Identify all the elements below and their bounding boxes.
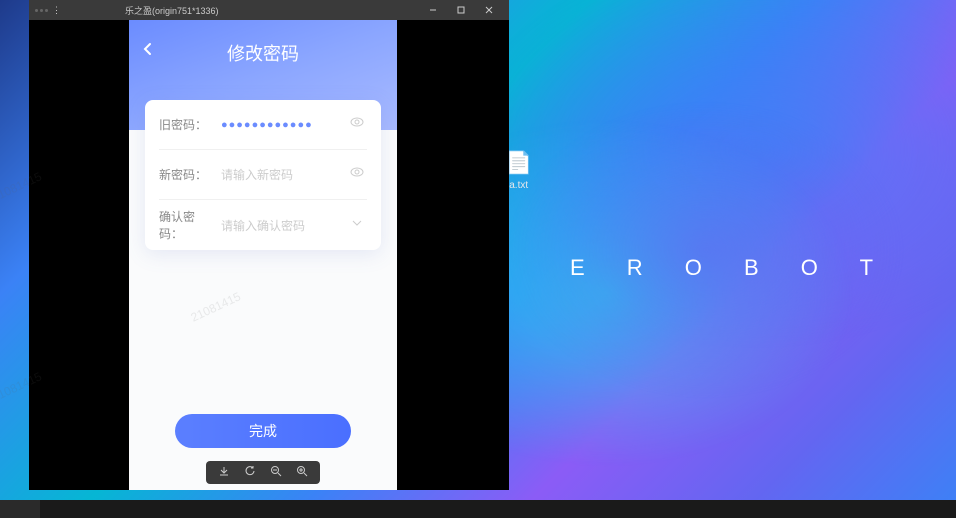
- phone-screen: 修改密码 旧密码： ●●●●●●●●●●●● 新密码： 请输入新密码: [129, 20, 397, 490]
- submit-label: 完成: [249, 421, 277, 441]
- maximize-button[interactable]: [447, 0, 475, 20]
- zoom-out-icon[interactable]: [268, 465, 284, 480]
- page-title: 修改密码: [129, 40, 397, 66]
- titlebar-left: ⋮ 乐之盈(origin751*1336): [35, 4, 219, 17]
- emulator-toolbar: [206, 461, 320, 484]
- old-password-row[interactable]: 旧密码： ●●●●●●●●●●●●: [159, 100, 367, 150]
- desktop-background: E R O B O T 📄 a.txt ⋮ 乐之盈(origin751*1336…: [0, 0, 956, 518]
- file-icon: 📄: [505, 150, 532, 176]
- zoom-in-icon[interactable]: [294, 465, 310, 480]
- window-controls: [419, 0, 503, 20]
- password-form-card: 旧密码： ●●●●●●●●●●●● 新密码： 请输入新密码: [145, 100, 381, 250]
- emulator-right-bar: [397, 20, 497, 490]
- file-label: a.txt: [505, 180, 532, 191]
- brand-text: E R O B O T: [570, 255, 891, 281]
- submit-button[interactable]: 完成: [175, 414, 351, 448]
- chevron-down-icon[interactable]: [347, 216, 367, 235]
- desktop-file-icon[interactable]: 📄 a.txt: [505, 150, 532, 191]
- minimize-button[interactable]: [419, 0, 447, 20]
- titlebar-dots: [35, 9, 48, 12]
- bg-wave: [506, 100, 906, 400]
- new-password-label: 新密码：: [159, 166, 215, 183]
- taskbar[interactable]: [0, 500, 956, 518]
- old-password-label: 旧密码：: [159, 116, 215, 133]
- close-button[interactable]: [475, 0, 503, 20]
- confirm-password-row[interactable]: 确认密码： 请输入确认密码: [159, 200, 367, 250]
- back-button[interactable]: [141, 40, 155, 61]
- watermark: 21081415: [189, 289, 243, 324]
- download-icon[interactable]: [216, 465, 232, 480]
- new-password-placeholder[interactable]: 请输入新密码: [221, 166, 341, 183]
- new-password-row[interactable]: 新密码： 请输入新密码: [159, 150, 367, 200]
- eye-icon[interactable]: [347, 114, 367, 135]
- old-password-value[interactable]: ●●●●●●●●●●●●: [221, 119, 341, 131]
- window-title: 乐之盈(origin751*1336): [125, 4, 219, 17]
- emulator-window: ⋮ 乐之盈(origin751*1336): [29, 0, 509, 490]
- emulator-left-bar: [29, 20, 129, 490]
- taskbar-item[interactable]: [0, 500, 40, 518]
- emulator-body: 修改密码 旧密码： ●●●●●●●●●●●● 新密码： 请输入新密码: [29, 20, 509, 490]
- wifi-icon: ⋮: [52, 5, 61, 16]
- confirm-password-label: 确认密码：: [159, 208, 215, 242]
- refresh-icon[interactable]: [242, 465, 258, 480]
- confirm-password-placeholder[interactable]: 请输入确认密码: [221, 217, 341, 234]
- eye-icon[interactable]: [347, 164, 367, 185]
- window-titlebar[interactable]: ⋮ 乐之盈(origin751*1336): [29, 0, 509, 20]
